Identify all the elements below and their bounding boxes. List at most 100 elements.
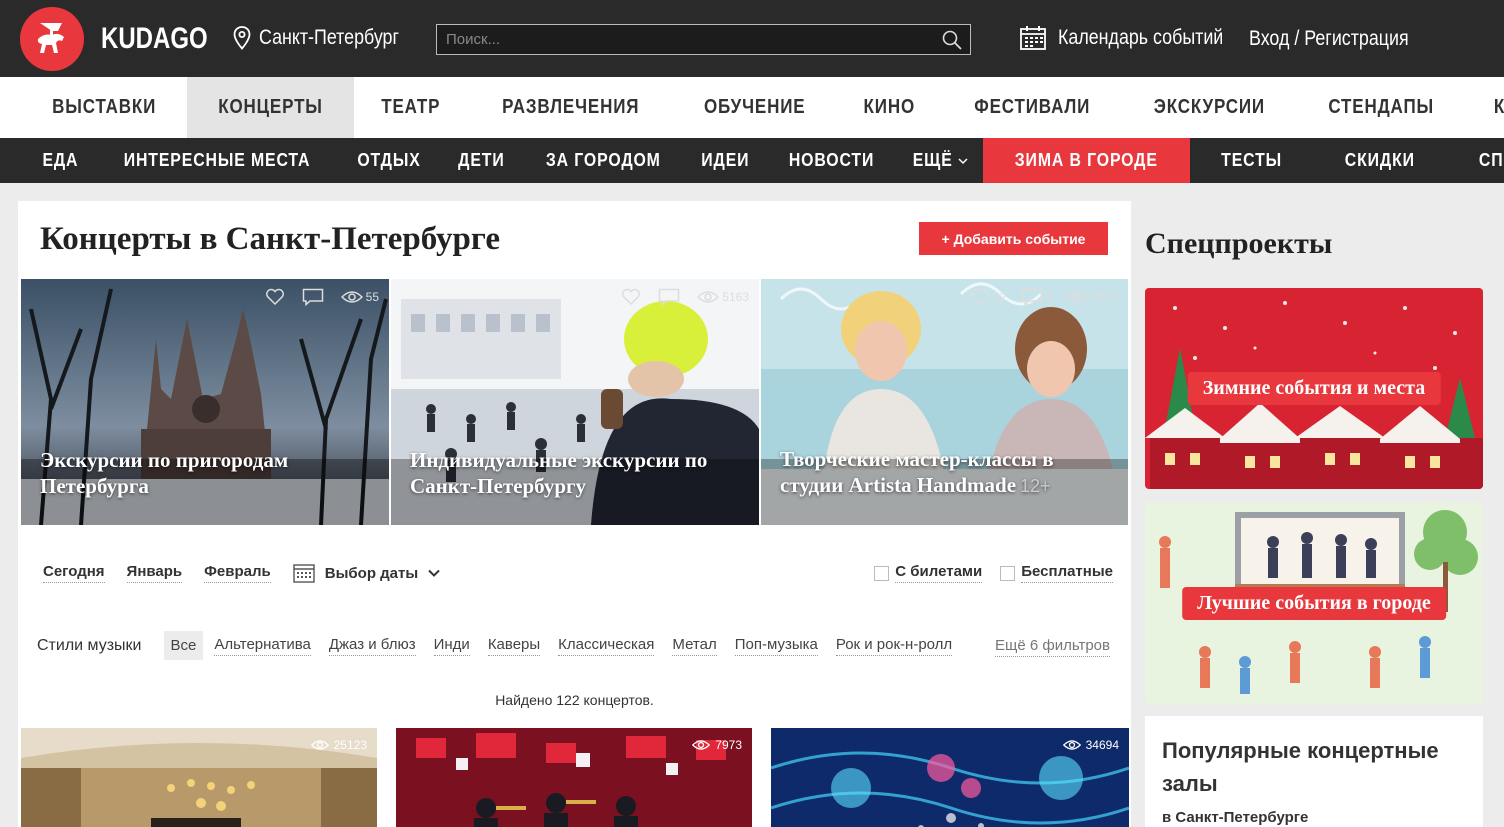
subnav-item-lists[interactable]: СПИСКИ [1447, 138, 1504, 183]
style-tag[interactable]: Классическая [558, 636, 655, 656]
popular-halls-subtitle: в Санкт-Петербурге [1162, 809, 1309, 826]
checkbox[interactable] [874, 565, 890, 581]
date-picker[interactable]: Выбор даты [293, 563, 440, 583]
filter-today[interactable]: Сегодня [43, 563, 105, 583]
likes-stat[interactable] [265, 288, 288, 306]
nav-item-education[interactable]: ОБУЧЕНИЕ [673, 77, 836, 138]
nav-item-cinema[interactable]: КИНО [837, 77, 942, 138]
style-tag[interactable]: Поп-музыка [734, 636, 818, 656]
subnav-item-outside-city[interactable]: ЗА ГОРОДОМ [523, 138, 684, 183]
style-tag[interactable]: Джаз и блюз [328, 636, 416, 656]
date-picker-label: Выбор даты [324, 564, 419, 582]
event-card[interactable]: 34694 [771, 728, 1129, 827]
promo-title: Экскурсии по пригородам Петербурга [40, 448, 289, 498]
results-count: Найдено 122 концертов. [495, 692, 654, 708]
calendar-link[interactable]: Календарь событий [1020, 26, 1252, 50]
style-tag[interactable]: Альтернатива [214, 636, 311, 656]
eye-icon [310, 740, 329, 750]
location-pin-icon [233, 26, 251, 50]
checkbox[interactable] [1000, 565, 1016, 581]
style-tag-all[interactable]: Все [163, 631, 204, 660]
city-label: Санкт-Петербург [259, 26, 399, 49]
comment-icon [302, 288, 323, 306]
calendar-icon [1020, 26, 1046, 50]
subnav-item-more[interactable]: ЕЩЁ [895, 138, 983, 183]
comments-stat[interactable]: 5 [1021, 288, 1052, 306]
calendar-label: Календарь событий [1058, 26, 1224, 49]
popular-halls-block: Популярные концертные залы в Санкт-Петер… [1145, 716, 1483, 827]
content-panel: Концерты в Санкт-Петербурге + Добавить с… [18, 201, 1131, 827]
nav-item-theatre[interactable]: ТЕАТР [354, 77, 468, 138]
subnav-item-news[interactable]: НОВОСТИ [768, 138, 895, 183]
heart-icon [265, 288, 284, 306]
comment-icon [1021, 288, 1042, 306]
nav-item-entertainment[interactable]: РАЗВЛЕЧЕНИЯ [468, 77, 673, 138]
promo-title: Творческие мастер-классы в студии Artist… [780, 447, 1054, 497]
likes-stat[interactable] [621, 288, 644, 306]
promo-title: Индивидуальные экскурсии по Санкт-Петерб… [410, 448, 708, 498]
promo-card[interactable]: 5163 Индивидуальные экскурсии по Санкт-П… [391, 279, 759, 525]
comments-stat[interactable] [302, 288, 327, 306]
views-stat: 34694 [1062, 738, 1119, 752]
page-title: Концерты в Санкт-Петербурге [40, 221, 501, 257]
checkbox-filters: С билетами Бесплатные [874, 563, 1113, 583]
nav-item-standups[interactable]: СТЕНДАПЫ [1297, 77, 1465, 138]
nav-item-concerts[interactable]: КОНЦЕРТЫ [187, 77, 355, 138]
subnav-item-discounts[interactable]: СКИДКИ [1313, 138, 1447, 183]
free-checkbox[interactable]: Бесплатные [1000, 563, 1113, 583]
promo-stats: 55 [265, 288, 379, 306]
event-card[interactable]: 7973 [396, 728, 752, 827]
nav-item-exhibitions[interactable]: ВЫСТАВКИ [21, 77, 187, 138]
views-stat: 7973 [692, 738, 742, 752]
popular-halls-title[interactable]: Популярные концертные залы [1162, 734, 1462, 800]
best-events-banner[interactable]: Лучшие события в городе [1145, 502, 1483, 705]
eye-icon [1062, 740, 1081, 750]
login-link[interactable]: Вход / Регистрация [1249, 27, 1437, 51]
comments-stat[interactable] [658, 288, 683, 306]
search-input[interactable] [437, 25, 970, 54]
kudago-logo-icon[interactable] [20, 7, 84, 71]
heart-icon [622, 288, 641, 306]
search-box [436, 24, 971, 55]
top-bar: KUDAGO Санкт-Петербург Календарь событий [0, 0, 1504, 77]
chevron-down-icon [428, 569, 440, 577]
with-tickets-checkbox[interactable]: С билетами [874, 563, 983, 583]
free-label: Бесплатные [1021, 563, 1113, 583]
subnav-item-kids[interactable]: ДЕТИ [440, 138, 523, 183]
eye-icon [1066, 291, 1089, 303]
best-events-label: Лучшие события в городе [1182, 586, 1446, 620]
nav-item-excursions[interactable]: ЭКСКУРСИИ [1122, 77, 1297, 138]
subnav-item-leisure[interactable]: ОТДЫХ [338, 138, 440, 183]
winter-events-banner[interactable]: Зимние события и места [1145, 288, 1483, 489]
promo-stats: 22 5 8070 [970, 288, 1118, 306]
filter-february[interactable]: Февраль [204, 563, 271, 583]
chevron-down-icon [958, 157, 968, 164]
style-tag[interactable]: Инди [433, 636, 470, 656]
style-tag[interactable]: Каверы [487, 636, 541, 656]
views-stat: 25123 [310, 738, 367, 752]
main-nav: ВЫСТАВКИ КОНЦЕРТЫ ТЕАТР РАЗВЛЕЧЕНИЯ ОБУЧ… [0, 77, 1504, 138]
more-filters-link[interactable]: Ещё 6 фильтров [994, 637, 1110, 657]
subnav-item-places[interactable]: ИНТЕРЕСНЫЕ МЕСТА [96, 138, 338, 183]
nav-item-quests[interactable]: КВЕСТЫ [1465, 77, 1504, 138]
subnav-item-tests[interactable]: ТЕСТЫ [1190, 138, 1313, 183]
heart-icon [971, 288, 990, 306]
nav-item-festivals[interactable]: ФЕСТИВАЛИ [942, 77, 1123, 138]
style-tag[interactable]: Рок и рок-н-ролл [835, 636, 953, 656]
filter-january[interactable]: Январь [126, 563, 183, 583]
subnav-item-winter-in-city[interactable]: ЗИМА В ГОРОДЕ [983, 138, 1190, 183]
logo-text[interactable]: KUDAGO [101, 22, 208, 56]
promo-card[interactable]: 22 5 8070 Творческие мастер-классы в сту… [761, 279, 1128, 525]
event-card[interactable]: 25123 [21, 728, 377, 827]
search-icon[interactable] [942, 30, 962, 50]
date-filters: Сегодня Январь Февраль Выбор даты [43, 563, 440, 583]
subnav-item-food[interactable]: ЕДА [25, 138, 96, 183]
city-selector[interactable]: Санкт-Петербург [233, 26, 424, 50]
music-styles-label: Стили музыки [37, 636, 142, 654]
likes-stat[interactable]: 22 [970, 288, 1007, 306]
promo-card[interactable]: 55 Экскурсии по пригородам Петербурга [21, 279, 389, 525]
style-tag[interactable]: Метал [672, 636, 717, 656]
promo-stats: 5163 [621, 288, 749, 306]
add-event-button[interactable]: + Добавить событие [919, 222, 1108, 255]
subnav-item-ideas[interactable]: ИДЕИ [683, 138, 768, 183]
